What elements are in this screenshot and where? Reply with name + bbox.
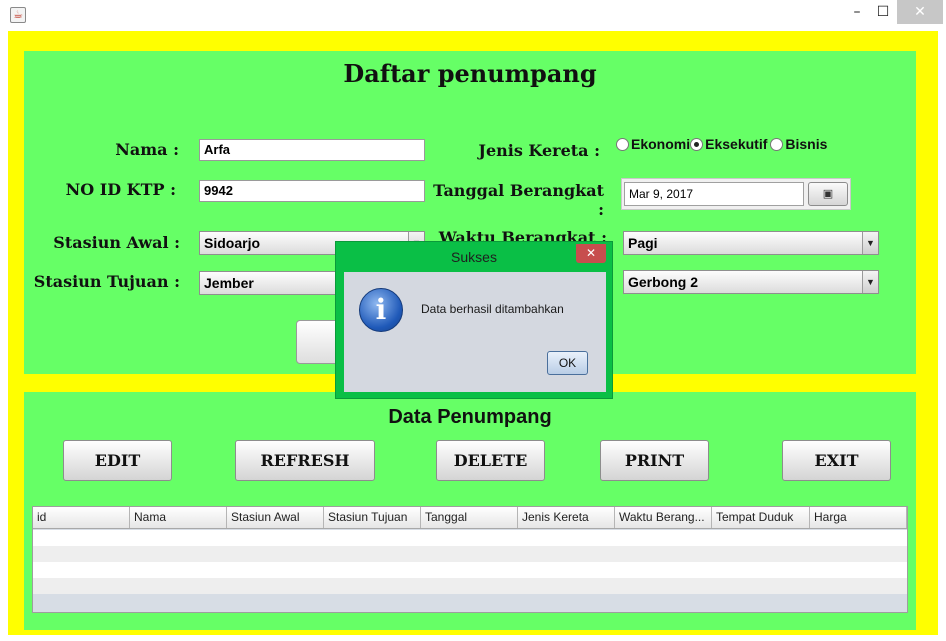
nama-input[interactable]: Arfa <box>199 139 425 161</box>
info-icon: i <box>359 288 403 332</box>
radio-bisnis[interactable]: Bisnis <box>770 136 827 152</box>
radio-eksekutif[interactable]: Eksekutif <box>690 136 767 152</box>
data-panel: Data Penumpang EDIT REFRESH DELETE PRINT… <box>24 392 916 630</box>
radio-ekonomi[interactable]: Ekonomi <box>616 136 690 152</box>
radio-checked-icon <box>690 138 704 152</box>
column-header[interactable]: Tempat Duduk <box>712 507 810 528</box>
column-header[interactable]: Harga <box>810 507 907 528</box>
ok-button[interactable]: OK <box>547 351 588 375</box>
column-header[interactable]: Jenis Kereta <box>518 507 615 528</box>
dialog-body: i Data berhasil ditambahkan OK <box>344 272 606 392</box>
column-header[interactable]: Stasiun Awal <box>227 507 324 528</box>
print-button[interactable]: PRINT <box>600 440 709 481</box>
maximize-button[interactable]: ☐ <box>868 0 898 24</box>
calendar-icon: ▣ <box>822 187 834 200</box>
jenis-kereta-label: Jenis Kereta : <box>478 141 600 160</box>
success-dialog: Sukses ✕ i Data berhasil ditambahkan OK <box>335 241 613 399</box>
gerbong-value: Gerbong 2 <box>628 274 699 290</box>
tanggal-label: Tanggal Berangkat : <box>433 181 604 219</box>
radio-ekonomi-label: Ekonomi <box>631 136 691 153</box>
page-title: Daftar penumpang <box>343 59 597 88</box>
exit-button[interactable]: EXIT <box>782 440 891 481</box>
chevron-down-icon: ▼ <box>862 232 878 254</box>
java-coffee-icon: ☕ <box>10 7 26 23</box>
nama-label: Nama : <box>115 140 179 159</box>
date-chooser: Mar 9, 2017 ▣ <box>621 178 851 210</box>
ktp-label: NO ID KTP : <box>65 180 176 199</box>
column-header[interactable]: Stasiun Tujuan <box>324 507 421 528</box>
stasiun-awal-value: Sidoarjo <box>204 235 261 251</box>
waktu-select[interactable]: Pagi ▼ <box>623 231 879 255</box>
passenger-table[interactable]: id Nama Stasiun Awal Stasiun Tujuan Tang… <box>32 506 908 613</box>
stasiun-awal-label: Stasiun Awal : <box>53 233 180 252</box>
dialog-close-button[interactable]: ✕ <box>576 244 606 263</box>
edit-button[interactable]: EDIT <box>63 440 172 481</box>
table-row[interactable] <box>33 546 907 562</box>
table-row[interactable] <box>33 530 907 546</box>
gerbong-select[interactable]: Gerbong 2 ▼ <box>623 270 879 294</box>
jenis-kereta-radio-group: Ekonomi Eksekutif Bisnis <box>616 135 827 152</box>
table-row[interactable] <box>33 562 907 578</box>
dialog-title: Sukses <box>451 249 497 265</box>
tanggal-input[interactable]: Mar 9, 2017 <box>624 182 804 206</box>
table-row[interactable] <box>33 578 907 594</box>
radio-icon <box>770 138 784 152</box>
waktu-value: Pagi <box>628 235 658 251</box>
table-header: id Nama Stasiun Awal Stasiun Tujuan Tang… <box>33 507 907 529</box>
column-header[interactable]: Tanggal <box>421 507 518 528</box>
window-titlebar: ☕ – ☐ ✕ <box>0 0 946 30</box>
ktp-input[interactable]: 9942 <box>199 180 425 202</box>
section-title: Data Penumpang <box>388 406 552 428</box>
delete-button[interactable]: DELETE <box>436 440 545 481</box>
column-header[interactable]: Waktu Berang... <box>615 507 712 528</box>
refresh-button[interactable]: REFRESH <box>235 440 375 481</box>
dialog-message: Data berhasil ditambahkan <box>421 302 564 316</box>
column-header[interactable]: Nama <box>130 507 227 528</box>
chevron-down-icon: ▼ <box>862 271 878 293</box>
stasiun-tujuan-value: Jember <box>204 275 254 291</box>
radio-bisnis-label: Bisnis <box>785 136 828 153</box>
column-header[interactable]: id <box>33 507 130 528</box>
radio-icon <box>616 138 629 152</box>
stasiun-tujuan-label: Stasiun Tujuan : <box>33 272 180 291</box>
close-window-button[interactable]: ✕ <box>897 0 943 24</box>
radio-eksekutif-label: Eksekutif <box>705 136 768 153</box>
calendar-button[interactable]: ▣ <box>808 182 848 206</box>
